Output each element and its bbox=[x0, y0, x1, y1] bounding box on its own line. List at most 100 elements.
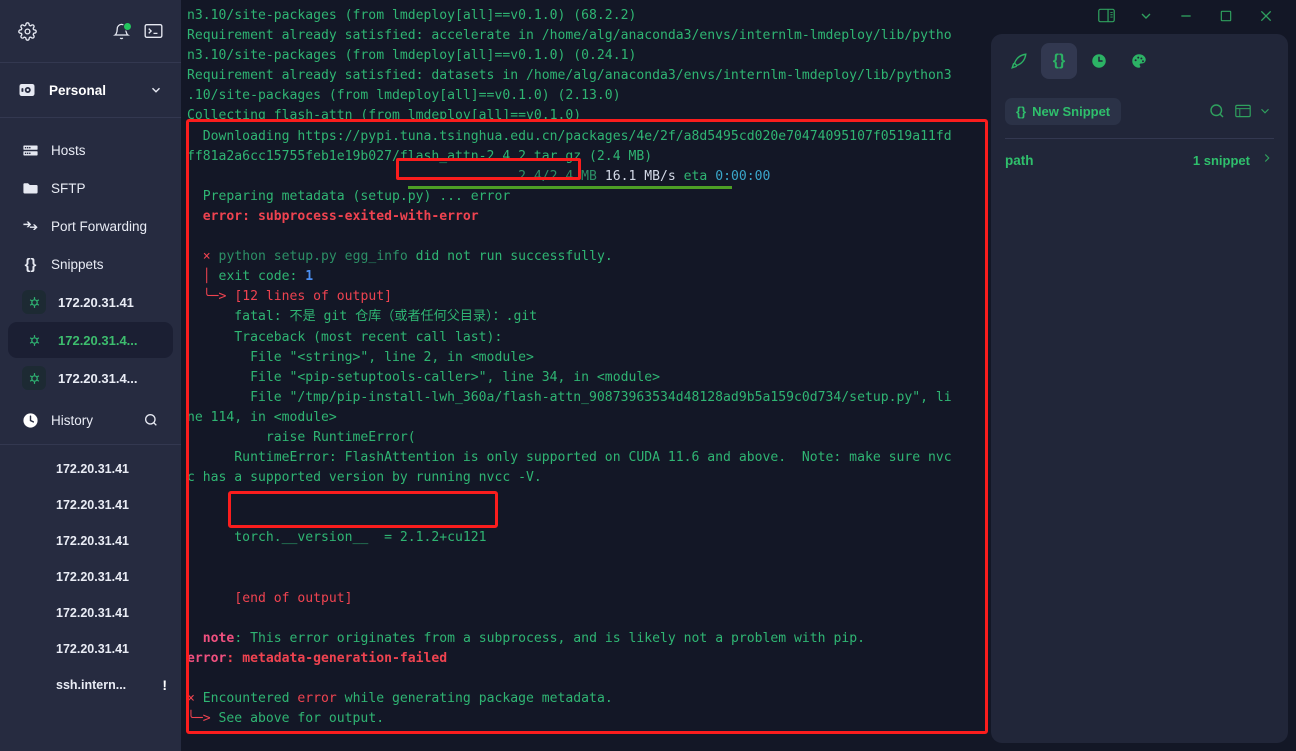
tab-rocket[interactable] bbox=[1001, 43, 1037, 79]
clock-icon bbox=[22, 412, 39, 429]
terminal-line: ╰─> [12 lines of output] bbox=[202, 289, 392, 305]
chevron-down-icon[interactable] bbox=[149, 83, 163, 97]
sidebar-item-sftp[interactable]: SFTP bbox=[8, 170, 173, 206]
history-item[interactable]: 172.20.31.41 bbox=[0, 631, 181, 667]
tab-snippets[interactable]: {} bbox=[1041, 42, 1077, 79]
maximize-icon[interactable] bbox=[1206, 0, 1246, 31]
terminal-area[interactable]: n3.10/site-packages (from lmdeploy[all]=… bbox=[181, 0, 991, 751]
braces-icon: {} bbox=[24, 255, 37, 273]
history-item[interactable]: 172.20.31.41 bbox=[0, 523, 181, 559]
terminal-line: File "<pip-setuptools-caller>", line 34,… bbox=[187, 369, 660, 385]
snippets-actions: {} New Snippet bbox=[991, 87, 1288, 135]
gear-icon[interactable] bbox=[18, 21, 37, 41]
sidebar-item-label: Snippets bbox=[51, 256, 104, 272]
terminal-line: n3.10/site-packages (from lmdeploy[all]=… bbox=[187, 48, 637, 64]
terminal-output: n3.10/site-packages (from lmdeploy[all]=… bbox=[181, 0, 991, 751]
terminal-line: × Encountered error while generating pac… bbox=[187, 691, 613, 707]
host-icon bbox=[22, 290, 46, 314]
terminal-line: error: subprocess-exited-with-error bbox=[187, 208, 479, 224]
terminal-line: Preparing metadata (setup.py) ... error bbox=[187, 188, 511, 204]
history-item[interactable]: ssh.intern... ! bbox=[0, 667, 181, 703]
sidebar-host-label: 172.20.31.4... bbox=[58, 332, 138, 348]
chevron-down-icon[interactable] bbox=[1256, 98, 1274, 124]
sidebar-host-2[interactable]: 172.20.31.4... bbox=[8, 360, 173, 396]
terminal-line: .10/site-packages (from lmdeploy[all]==v… bbox=[187, 88, 621, 104]
search-icon[interactable] bbox=[143, 412, 159, 428]
terminal-line: fatal: 不是 git 仓库（或者任何父目录）：.git bbox=[187, 309, 538, 325]
chevron-right-icon[interactable] bbox=[1260, 151, 1274, 170]
bell-icon[interactable] bbox=[113, 21, 132, 40]
layout-icon[interactable] bbox=[1230, 98, 1256, 124]
sidebar-item-label: SFTP bbox=[51, 180, 86, 196]
right-panel: {} {} New Snippet path 1 snippet bbox=[991, 0, 1296, 751]
sidebar-nav: Hosts SFTP Port Forwarding {} Snippets 1… bbox=[0, 118, 181, 751]
history-item[interactable]: 172.20.31.41 bbox=[0, 559, 181, 595]
server-icon bbox=[22, 142, 39, 159]
terminal-line: raise RuntimeError( bbox=[187, 429, 416, 445]
account-selector[interactable]: Personal bbox=[0, 63, 181, 118]
terminal-line: [end of output] bbox=[234, 590, 353, 606]
vault-icon bbox=[18, 81, 36, 99]
sidebar-item-label: Hosts bbox=[51, 142, 86, 158]
tab-themes[interactable] bbox=[1121, 43, 1157, 79]
sidebar-item-hosts[interactable]: Hosts bbox=[8, 132, 173, 168]
snippet-group-row[interactable]: path 1 snippet bbox=[991, 139, 1288, 181]
terminal-line: Collecting flash-attn (from lmdeploy[all… bbox=[187, 108, 582, 124]
sidebar-host-0[interactable]: 172.20.31.41 bbox=[8, 284, 173, 320]
terminal-line: n3.10/site-packages (from lmdeploy[all]=… bbox=[187, 8, 637, 23]
sidebar-item-port-forwarding[interactable]: Port Forwarding bbox=[8, 208, 173, 244]
history-item-label: ssh.intern... bbox=[56, 678, 127, 692]
terminal-line: Requirement already satisfied: datasets … bbox=[187, 68, 952, 84]
terminal-line: File "<string>", line 2, in <module> bbox=[187, 349, 534, 365]
terminal-line: error: metadata-generation-failed bbox=[187, 651, 448, 666]
terminal-line: ╰─> See above for output. bbox=[187, 711, 385, 727]
app-window: Personal Hosts SFTP Port Forwarding {} S… bbox=[0, 0, 1296, 751]
sidebar-host-label: 172.20.31.41 bbox=[58, 294, 134, 310]
terminal-line: Traceback (most recent call last): bbox=[187, 329, 503, 345]
chevron-down-icon[interactable] bbox=[1126, 0, 1166, 31]
search-icon[interactable] bbox=[1204, 98, 1230, 124]
terminal-line: ff81a2a6cc15755feb1e19b027/flash_attn-2.… bbox=[187, 148, 653, 164]
sidebar-host-label: 172.20.31.4... bbox=[58, 370, 138, 386]
panel-toggle-icon[interactable] bbox=[1086, 0, 1126, 31]
history-item-label: 172.20.31.41 bbox=[56, 534, 129, 548]
terminal-icon[interactable] bbox=[144, 23, 163, 39]
sidebar: Personal Hosts SFTP Port Forwarding {} S… bbox=[0, 0, 181, 751]
close-icon[interactable] bbox=[1246, 0, 1286, 31]
window-titlebar bbox=[991, 0, 1296, 31]
terminal-line: Requirement already satisfied: accelerat… bbox=[187, 28, 952, 44]
sidebar-item-history[interactable]: History bbox=[8, 402, 173, 438]
account-label: Personal bbox=[49, 82, 107, 98]
history-item[interactable]: 172.20.31.41 bbox=[0, 451, 181, 487]
terminal-line: 2.4/2.4 MB 16.1 MB/s eta 0:00:00 bbox=[518, 168, 771, 184]
terminal-line: │ exit code: 1 bbox=[202, 269, 314, 285]
history-item-label: 172.20.31.41 bbox=[56, 462, 129, 476]
history-item[interactable]: 172.20.31.41 bbox=[0, 595, 181, 631]
sidebar-host-1[interactable]: 172.20.31.4... bbox=[8, 322, 173, 358]
host-icon bbox=[22, 328, 46, 352]
right-panel-tabs: {} bbox=[991, 34, 1288, 87]
terminal-line: RuntimeError: FlashAttention is only sup… bbox=[187, 450, 952, 466]
history-item-label: 172.20.31.41 bbox=[56, 498, 129, 512]
warning-badge: ! bbox=[162, 677, 167, 693]
folder-icon bbox=[22, 180, 39, 197]
new-snippet-button[interactable]: {} New Snippet bbox=[1005, 97, 1122, 125]
snippets-card: {} {} New Snippet path 1 snippet bbox=[991, 34, 1288, 743]
new-snippet-label: New Snippet bbox=[1032, 103, 1111, 119]
minimize-icon[interactable] bbox=[1166, 0, 1206, 31]
terminal-line: torch.__version__ = 2.1.2+cu121 bbox=[187, 530, 487, 546]
terminal-line: × python setup.py egg_info did not run s… bbox=[202, 249, 613, 265]
tab-history[interactable] bbox=[1081, 43, 1117, 79]
history-list: 172.20.31.41 172.20.31.41 172.20.31.41 1… bbox=[0, 445, 181, 703]
terminal-line: File "/tmp/pip-install-lwh_360a/flash-at… bbox=[187, 389, 952, 405]
history-item[interactable]: 172.20.31.41 bbox=[0, 487, 181, 523]
terminal-line: ne 114, in <module> bbox=[187, 409, 337, 425]
sidebar-item-snippets[interactable]: {} Snippets bbox=[8, 246, 173, 282]
